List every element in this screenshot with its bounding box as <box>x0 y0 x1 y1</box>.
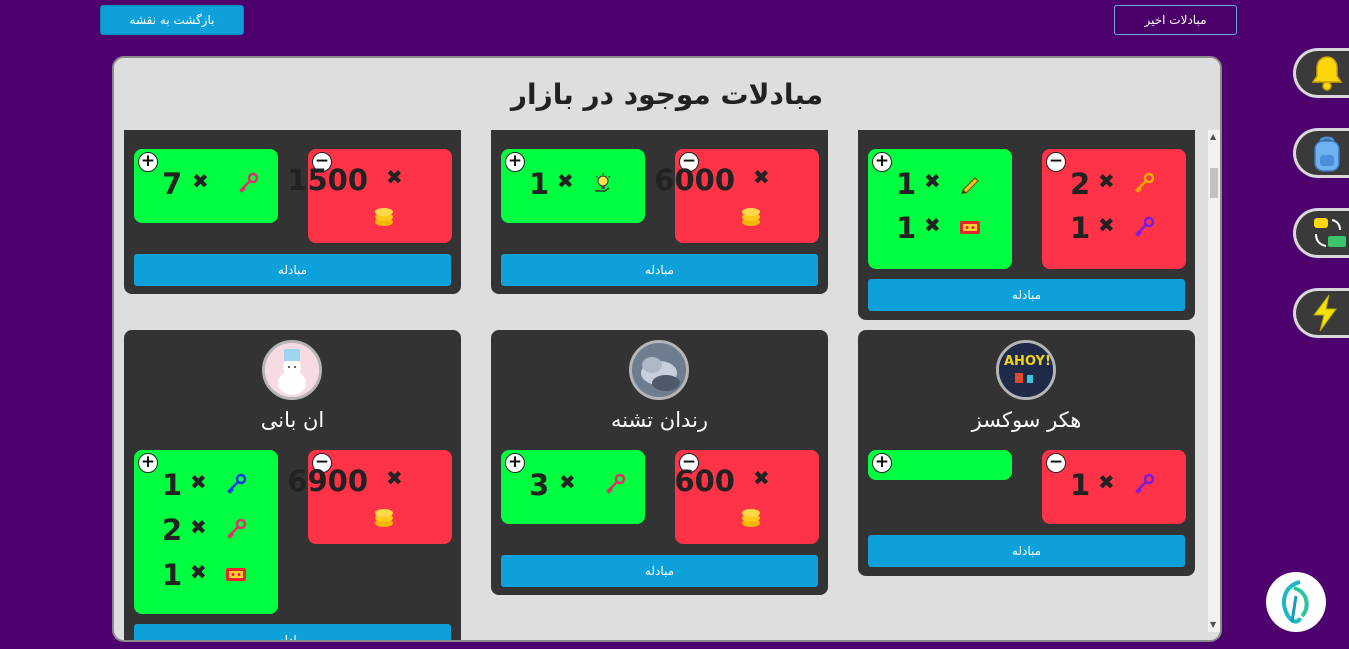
trade-card: − 1500 ✖ + 7 ✖ مبادله <box>124 130 461 294</box>
give-box: − 1 ✖ <box>1042 450 1186 524</box>
get-quantity: 1 <box>162 558 183 592</box>
gold-key-icon <box>1135 172 1155 193</box>
user-avatar <box>262 340 322 400</box>
trades-list[interactable]: − 1500 ✖ + 7 ✖ مبادله − 6000 ✖ + 1 ✖ مبا… <box>114 130 1212 640</box>
give-quantity: 1500 <box>287 163 368 197</box>
trade-card: AHOY! هکر سوکسز − 1 ✖ + مبادله <box>858 330 1195 576</box>
pencil-icon <box>961 177 979 194</box>
give-box: − 1500 ✖ <box>287 149 452 243</box>
ticket-icon <box>226 568 246 581</box>
times-icon: ✖ <box>190 470 207 494</box>
times-icon: ✖ <box>753 165 770 189</box>
times-icon: ✖ <box>386 165 403 189</box>
marketplace-modal: مبادلات موجود در بازار − 1500 ✖ + 7 ✖ مب… <box>112 56 1222 642</box>
coins-icon <box>375 509 393 527</box>
exchange-button[interactable] <box>1293 208 1349 258</box>
recent-trades-button[interactable]: مبادلات اخیر <box>1114 5 1237 35</box>
blue-key-icon <box>227 473 247 494</box>
trade-button[interactable]: مبادله <box>868 279 1185 311</box>
back-to-map-button[interactable]: بازگشت به نقشه <box>100 5 244 35</box>
scroll-down-icon[interactable]: ▼ <box>1210 620 1216 630</box>
bell-icon <box>1311 56 1343 91</box>
user-avatar: AHOY! <box>996 340 1056 400</box>
give-box: − 6900 ✖ <box>287 450 452 544</box>
get-box: + 1 ✖ 2 ✖ 1 ✖ <box>134 450 278 614</box>
trade-username: هکر سوکسز <box>971 408 1082 432</box>
plus-icon: + <box>872 453 892 473</box>
times-icon: ✖ <box>1098 213 1115 237</box>
backpack-icon <box>1314 136 1340 172</box>
coins-icon <box>375 208 393 226</box>
get-quantity: 1 <box>896 167 917 201</box>
purple-key-icon <box>1135 216 1155 237</box>
sky-avatar <box>632 343 686 397</box>
get-quantity: 3 <box>529 468 550 502</box>
times-icon: ✖ <box>753 466 770 490</box>
ahoy-avatar: AHOY! <box>999 343 1053 397</box>
get-quantity: 1 <box>529 167 550 201</box>
trade-button[interactable]: مبادله <box>868 535 1185 567</box>
exchange-icon <box>1314 218 1346 247</box>
get-quantity: 7 <box>162 167 183 201</box>
scroll-up-icon[interactable]: ▲ <box>1210 132 1216 142</box>
times-icon: ✖ <box>192 169 209 193</box>
trade-card: − 2 ✖ 1 ✖ + 1 ✖ 1 ✖ مبادله <box>858 130 1195 320</box>
get-quantity: 1 <box>162 468 183 502</box>
trade-button[interactable]: مبادله <box>501 555 818 587</box>
get-box: + <box>868 450 1012 480</box>
give-box: − 600 ✖ <box>674 450 819 544</box>
trade-card: ان بانی − 6900 ✖ + 1 ✖ 2 ✖ 1 ✖ مبادله <box>124 330 461 640</box>
purple-key-icon <box>1135 473 1155 494</box>
trade-card: رندان تشنه − 600 ✖ + 3 ✖ مبادله <box>491 330 828 595</box>
red-key-icon <box>239 172 259 193</box>
coins-icon <box>742 509 760 527</box>
times-icon: ✖ <box>924 169 941 193</box>
notifications-button[interactable] <box>1293 48 1349 98</box>
give-quantity: 6000 <box>654 163 735 197</box>
times-icon: ✖ <box>1098 470 1115 494</box>
svg-text:AHOY!: AHOY! <box>1004 354 1051 369</box>
give-box: − 2 ✖ 1 ✖ <box>1042 149 1186 269</box>
get-box: + 1 ✖ <box>501 149 645 223</box>
get-box: + 1 ✖ 1 ✖ <box>868 149 1012 269</box>
give-quantity: 1 <box>1070 468 1091 502</box>
modal-title: مبادلات موجود در بازار <box>114 58 1220 130</box>
trade-button[interactable]: مبادله <box>501 254 818 286</box>
ticket-icon <box>960 221 980 234</box>
times-icon: ✖ <box>1098 169 1115 193</box>
give-quantity: 1 <box>1070 211 1091 245</box>
give-quantity: 2 <box>1070 167 1091 201</box>
brand-logo <box>1266 572 1326 632</box>
backpack-button[interactable] <box>1293 128 1349 178</box>
coins-icon <box>742 208 760 226</box>
times-icon: ✖ <box>924 213 941 237</box>
times-icon: ✖ <box>559 470 576 494</box>
give-quantity: 6900 <box>287 464 368 498</box>
scrollbar[interactable]: ▲ ▼ <box>1208 130 1220 632</box>
trade-button[interactable]: مبادله <box>134 624 451 640</box>
red-key-icon <box>606 473 626 494</box>
times-icon: ✖ <box>386 466 403 490</box>
trade-button[interactable]: مبادله <box>134 254 451 286</box>
trade-username: رندان تشنه <box>610 408 709 432</box>
times-icon: ✖ <box>557 169 574 193</box>
give-box: − 6000 ✖ <box>654 149 819 243</box>
get-box: + 3 ✖ <box>501 450 645 524</box>
scrollbar-thumb[interactable] <box>1210 168 1218 198</box>
energy-button[interactable] <box>1293 288 1349 338</box>
red-key-icon <box>227 518 247 539</box>
user-avatar <box>629 340 689 400</box>
lightning-icon <box>1313 294 1337 332</box>
logo-icon <box>1282 580 1309 624</box>
trade-username: ان بانی <box>260 408 325 432</box>
bear-avatar <box>265 343 319 397</box>
give-quantity: 600 <box>674 464 735 498</box>
get-box: + 7 ✖ <box>134 149 278 223</box>
times-icon: ✖ <box>190 515 207 539</box>
idea-bulb-icon <box>595 173 611 192</box>
times-icon: ✖ <box>190 560 207 584</box>
get-quantity: 2 <box>162 513 183 547</box>
get-quantity: 1 <box>896 211 917 245</box>
trade-card: − 6000 ✖ + 1 ✖ مبادله <box>491 130 828 294</box>
